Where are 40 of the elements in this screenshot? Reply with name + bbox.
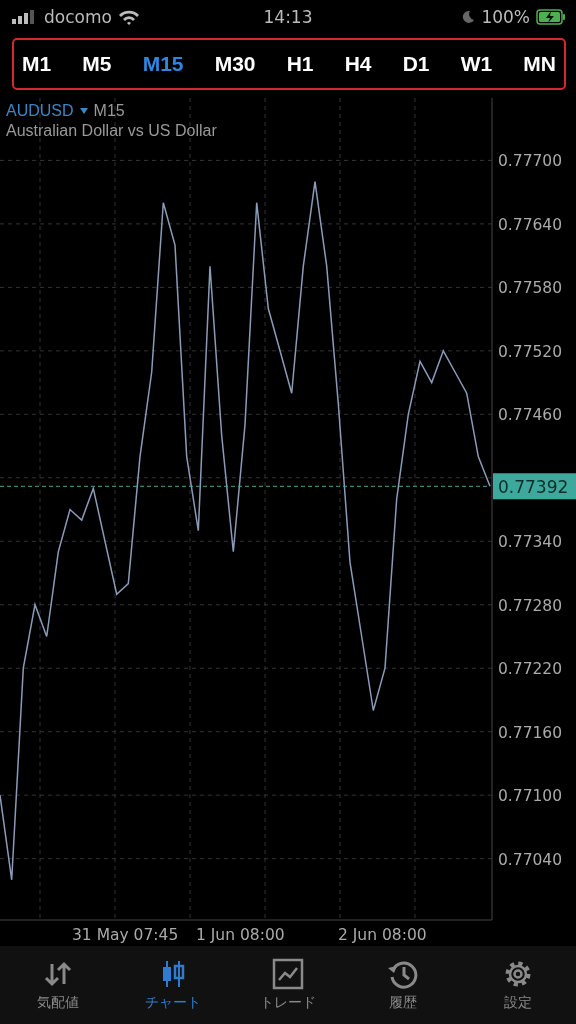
timeframe-tab[interactable]: M1 bbox=[20, 48, 54, 80]
moon-icon bbox=[461, 10, 476, 24]
axis-label: 0.77100 bbox=[498, 787, 563, 806]
axis-label: 0.77340 bbox=[498, 533, 563, 552]
wifi-icon bbox=[117, 9, 140, 25]
axis-label: 0.77640 bbox=[498, 215, 563, 234]
nav-tab[interactable]: チャート bbox=[122, 954, 223, 1016]
symbol-timeframe: M15 bbox=[93, 102, 125, 120]
axis-label: 0.77040 bbox=[498, 850, 563, 869]
axis-label: 0.77160 bbox=[498, 723, 563, 742]
timeframe-tab[interactable]: MN bbox=[521, 48, 558, 80]
timeframe-tab[interactable]: H4 bbox=[342, 48, 374, 80]
timeframe-tab[interactable]: H1 bbox=[284, 48, 316, 80]
axis-label: 0.77220 bbox=[498, 660, 563, 679]
symbol-name[interactable]: AUDUSD bbox=[6, 102, 74, 120]
symbol-description: Australian Dollar vs US Dollar bbox=[6, 122, 217, 140]
timeframe-tab[interactable]: M15 bbox=[140, 48, 186, 80]
axis-label: 1 Jun 08:00 bbox=[196, 926, 285, 944]
battery-percent: 100% bbox=[481, 7, 530, 27]
axis-label: 0.77700 bbox=[498, 152, 563, 171]
axis-label: 31 May 07:45 bbox=[72, 926, 179, 944]
axis-label: 2 Jun 08:00 bbox=[338, 926, 427, 944]
nav-tab[interactable]: 気配値 bbox=[7, 954, 108, 1016]
carrier-name: docomo bbox=[44, 7, 112, 27]
nav-tab[interactable]: トレード bbox=[237, 954, 338, 1016]
line-chart-icon bbox=[271, 958, 304, 990]
timeframe-tab[interactable]: W1 bbox=[458, 48, 495, 80]
axis-label: 0.77280 bbox=[498, 596, 563, 615]
battery-charging-icon bbox=[536, 9, 566, 25]
dropdown-icon[interactable] bbox=[79, 108, 88, 114]
price-tag: 0.77392 bbox=[493, 473, 576, 500]
timeframe-tab[interactable]: M5 bbox=[80, 48, 114, 80]
nav-tab[interactable]: 履歴 bbox=[353, 954, 454, 1016]
nav-tab[interactable]: 設定 bbox=[468, 954, 569, 1016]
axis-label: 0.77580 bbox=[498, 279, 563, 298]
axis-label: 0.77460 bbox=[498, 406, 563, 425]
timeframe-tab[interactable]: M30 bbox=[212, 48, 258, 80]
axis-label: 0.77520 bbox=[498, 342, 563, 361]
timeframe-tab[interactable]: D1 bbox=[400, 48, 432, 80]
clock-time: 14:13 bbox=[263, 7, 313, 27]
